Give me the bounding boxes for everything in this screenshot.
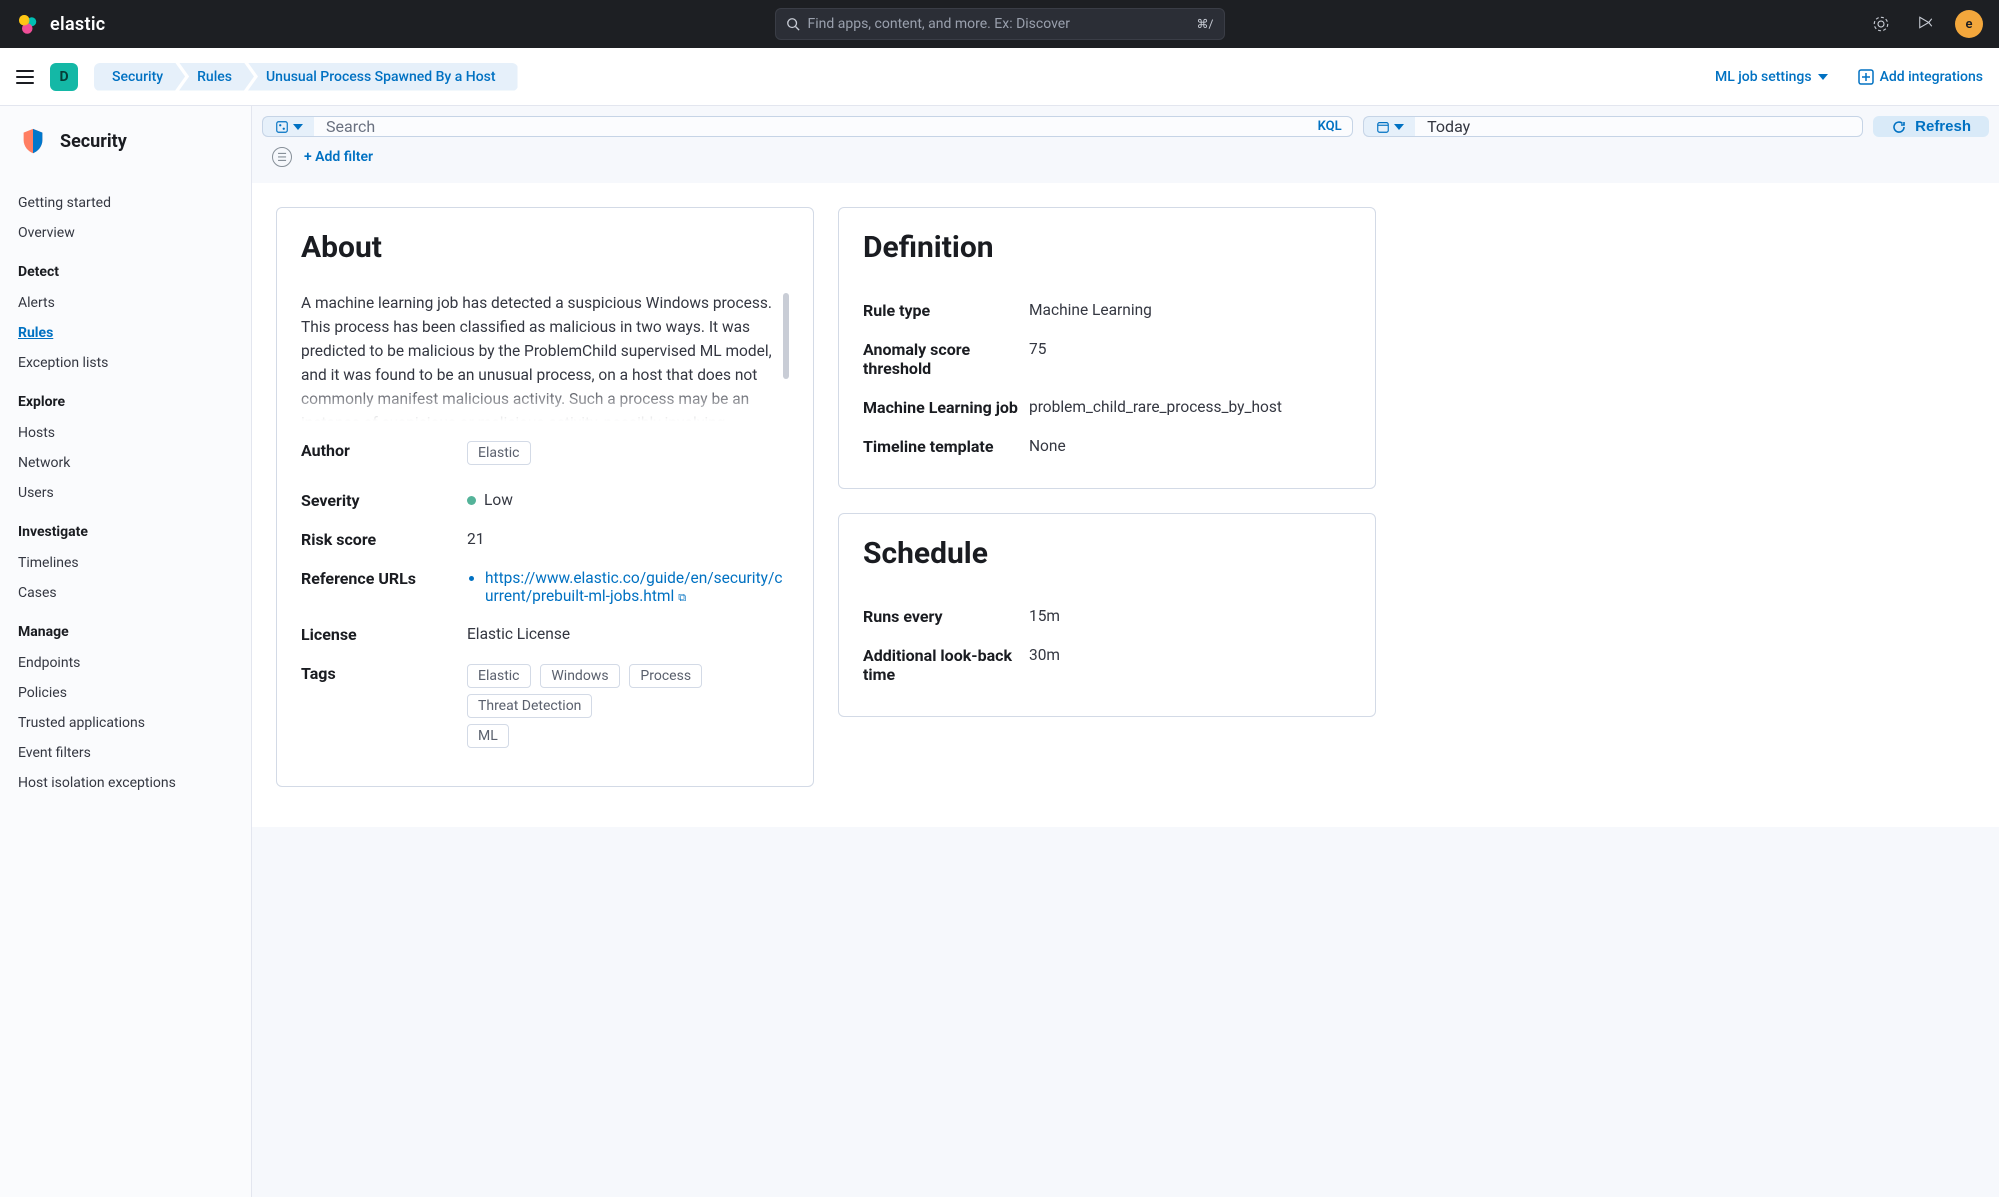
def-value: problem_child_rare_process_by_host: [1029, 398, 1351, 416]
newsfeed-icon[interactable]: [1911, 10, 1939, 38]
chevron-down-icon: [1394, 124, 1404, 130]
sidenav-group-detect: Detect: [18, 264, 233, 280]
def-key: Anomaly score threshold: [863, 340, 1021, 378]
user-avatar[interactable]: e: [1955, 10, 1983, 38]
chevron-down-icon: [1818, 74, 1828, 80]
sidenav-item-users[interactable]: Users: [18, 478, 233, 508]
scrollbar-thumb[interactable]: [783, 293, 789, 379]
sidenav-item-trusted-apps[interactable]: Trusted applications: [18, 708, 233, 738]
sidenav-item-cases[interactable]: Cases: [18, 578, 233, 608]
breadcrumb-item[interactable]: Security: [94, 63, 185, 91]
menu-toggle-icon[interactable]: [16, 65, 40, 89]
breadcrumb-item[interactable]: Rules: [179, 63, 254, 91]
space-selector[interactable]: D: [50, 63, 78, 91]
sidenav-item-overview[interactable]: Overview: [18, 218, 233, 248]
license-value: Elastic License: [467, 625, 789, 643]
def-key: Machine Learning job: [863, 398, 1021, 417]
query-search-input[interactable]: Search: [314, 116, 1307, 137]
severity-value: Low: [467, 491, 789, 509]
add-integrations-link[interactable]: Add integrations: [1858, 69, 1983, 85]
about-heading: About: [301, 230, 789, 265]
search-icon: [786, 17, 800, 31]
risk-score-label: Risk score: [301, 530, 459, 549]
date-range-display[interactable]: Today: [1415, 116, 1863, 137]
query-language-toggle[interactable]: KQL: [1307, 116, 1353, 137]
date-quick-select[interactable]: [1363, 116, 1415, 137]
author-badge: Elastic: [467, 441, 531, 465]
filter-icon: [275, 120, 289, 134]
tag-badge: Threat Detection: [467, 694, 592, 718]
risk-score-value: 21: [467, 530, 789, 548]
filter-menu-icon[interactable]: ☰: [272, 147, 292, 167]
sidenav-item-hosts[interactable]: Hosts: [18, 418, 233, 448]
def-value: None: [1029, 437, 1351, 455]
rule-description: A machine learning job has detected a su…: [301, 291, 789, 421]
sched-value: 30m: [1029, 646, 1351, 664]
breadcrumb: Security Rules Unusual Process Spawned B…: [94, 63, 518, 91]
tags-label: Tags: [301, 664, 459, 683]
schedule-panel: Schedule Runs every 15m Additional look-b…: [838, 513, 1376, 717]
definition-panel: Definition Rule type Machine Learning Ano…: [838, 207, 1376, 489]
sidenav-item-getting-started[interactable]: Getting started: [18, 188, 233, 218]
breadcrumb-item: Unusual Process Spawned By a Host: [248, 63, 518, 91]
sidenav-item-network[interactable]: Network: [18, 448, 233, 478]
sidenav-item-event-filters[interactable]: Event filters: [18, 738, 233, 768]
query-bar: Search KQL: [262, 116, 1353, 137]
elastic-logo-icon: [16, 12, 40, 36]
license-label: License: [301, 625, 459, 644]
calendar-icon: [1376, 120, 1390, 134]
tag-badge: Windows: [540, 664, 619, 688]
about-panel: About A machine learning job has detecte…: [276, 207, 814, 787]
query-filter-options[interactable]: [262, 116, 314, 137]
refresh-icon: [1891, 119, 1907, 135]
author-label: Author: [301, 441, 459, 460]
tag-badge: Process: [629, 664, 702, 688]
brand-logo[interactable]: elastic: [16, 12, 106, 36]
reference-urls-label: Reference URLs: [301, 569, 459, 588]
lifering-icon[interactable]: [1867, 10, 1895, 38]
def-value: Machine Learning: [1029, 301, 1351, 319]
reference-url-link[interactable]: https://www.elastic.co/guide/en/security…: [485, 569, 783, 605]
severity-dot-icon: [467, 496, 476, 505]
global-search-placeholder: Find apps, content, and more. Ex: Discov…: [808, 16, 1070, 32]
plus-in-box-icon: [1858, 69, 1874, 85]
tags-list: Elastic Windows Process Threat Detection…: [467, 664, 789, 754]
sched-key: Additional look-back time: [863, 646, 1021, 684]
brand-name: elastic: [50, 14, 106, 35]
def-value: 75: [1029, 340, 1351, 358]
refresh-button[interactable]: Refresh: [1873, 116, 1989, 137]
sidenav-group-manage: Manage: [18, 624, 233, 640]
sidenav-title: Security: [60, 131, 127, 152]
sched-key: Runs every: [863, 607, 1021, 626]
date-picker: Today: [1363, 116, 1863, 137]
breadcrumb-bar: D Security Rules Unusual Process Spawned…: [0, 48, 1999, 106]
ml-job-settings-dropdown[interactable]: ML job settings: [1715, 69, 1828, 85]
def-key: Rule type: [863, 301, 1021, 320]
tag-badge: ML: [467, 724, 509, 748]
external-link-icon: ⧉: [678, 591, 686, 604]
sidenav-item-alerts[interactable]: Alerts: [18, 288, 233, 318]
sidenav-item-rules[interactable]: Rules: [18, 318, 233, 348]
sidenav-item-exception-lists[interactable]: Exception lists: [18, 348, 233, 378]
sidenav-item-policies[interactable]: Policies: [18, 678, 233, 708]
security-app-icon: [18, 126, 48, 156]
add-filter-button[interactable]: + Add filter: [304, 149, 373, 165]
global-search-kbd: ⌘/: [1197, 17, 1214, 31]
severity-label: Severity: [301, 491, 459, 510]
main-content: Search KQL Today: [252, 106, 1999, 1197]
global-topbar: elastic Find apps, content, and more. Ex…: [0, 0, 1999, 48]
global-search-input[interactable]: Find apps, content, and more. Ex: Discov…: [775, 8, 1225, 40]
tag-badge: Elastic: [467, 664, 531, 688]
sched-value: 15m: [1029, 607, 1351, 625]
sidenav-group-explore: Explore: [18, 394, 233, 410]
def-key: Timeline template: [863, 437, 1021, 456]
sidenav-group-investigate: Investigate: [18, 524, 233, 540]
side-navigation: Security Getting started Overview Detect…: [0, 106, 252, 1197]
definition-heading: Definition: [863, 230, 1351, 265]
chevron-down-icon: [293, 124, 303, 130]
sidenav-item-endpoints[interactable]: Endpoints: [18, 648, 233, 678]
sidenav-item-timelines[interactable]: Timelines: [18, 548, 233, 578]
schedule-heading: Schedule: [863, 536, 1351, 571]
sidenav-item-host-isolation[interactable]: Host isolation exceptions: [18, 768, 233, 798]
